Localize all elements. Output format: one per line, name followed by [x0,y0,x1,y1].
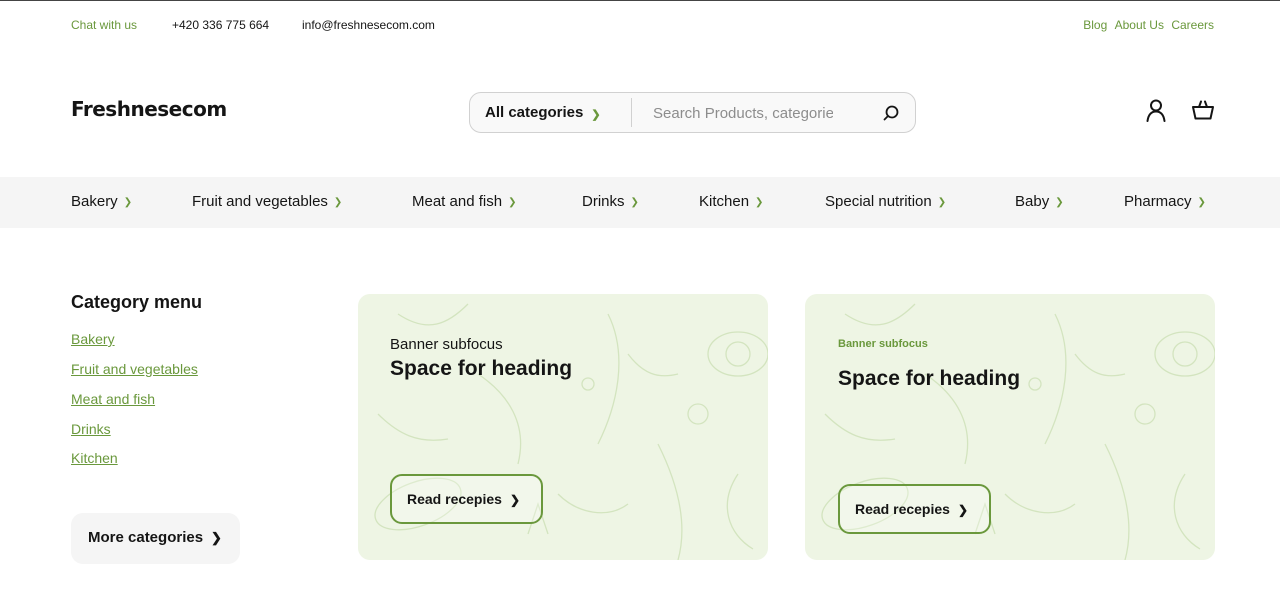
search-divider [631,98,632,127]
banner-subfocus: Banner subfocus [390,336,503,353]
nav-item-fruit-and-vegetables[interactable]: Fruit and vegetables ❯ [192,193,342,210]
email-address: info@freshnesecom.com [302,18,435,32]
read-recipes-label: Read recepies [407,491,502,507]
more-categories-button[interactable]: More categories ❯ [71,513,240,564]
chevron-right-icon: ❯ [211,530,222,545]
nav-item-label: Bakery [71,193,118,210]
careers-link[interactable]: Careers [1171,18,1214,32]
nav-item-pharmacy[interactable]: Pharmacy ❯ [1124,193,1206,210]
phone-number: +420 336 775 664 [172,18,270,32]
chevron-right-icon: ❯ [509,493,521,507]
search-icon[interactable] [880,102,902,124]
search-bar: All categories ❯ [469,92,916,133]
top-links: Blog About Us Careers [1079,18,1214,32]
top-bar: Chat with us +420 336 775 664 info@fresh… [0,0,1280,50]
category-nav: Bakery ❯ Fruit and vegetables ❯ Meat and f… [0,177,1280,228]
chevron-down-icon: ❯ [591,109,601,121]
category-select[interactable]: All categories ❯ [485,104,601,121]
nav-item-label: Special nutrition [825,193,932,210]
chevron-down-icon: ❯ [630,197,639,208]
nav-item-kitchen[interactable]: Kitchen ❯ [699,193,763,210]
category-select-label: All categories [485,104,584,121]
chevron-down-icon: ❯ [937,197,947,208]
chat-link[interactable]: Chat with us [71,18,137,32]
category-link-fruit-and-vegetables[interactable]: Fruit and vegetables [71,361,198,377]
user-icon[interactable] [1144,98,1168,122]
nav-item-label: Pharmacy [1124,193,1192,210]
chevron-down-icon: ❯ [123,197,133,208]
nav-item-label: Meat and fish [412,193,503,210]
nav-item-bakery[interactable]: Bakery ❯ [71,193,132,210]
nav-item-label: Kitchen [699,193,750,210]
banner-card: Banner subfocus Space for heading Read r… [805,294,1215,560]
read-recipes-label: Read recepies [855,501,950,517]
banner-card: Banner subfocus Space for heading Read r… [358,294,768,560]
category-link-meat-and-fish[interactable]: Meat and fish [71,391,155,407]
cart-icon[interactable] [1191,98,1215,122]
read-recipes-button[interactable]: Read recepies ❯ [838,484,991,534]
nav-item-label: Fruit and vegetables [192,193,328,210]
chevron-down-icon: ❯ [1197,197,1206,208]
nav-item-drinks[interactable]: Drinks ❯ [582,193,639,210]
banner-heading: Space for heading [838,367,1021,390]
nav-item-baby[interactable]: Baby ❯ [1015,193,1064,210]
nav-item-special-nutrition[interactable]: Special nutrition ❯ [825,193,946,210]
blog-link[interactable]: Blog [1083,18,1107,32]
nav-item-label: Baby [1015,193,1050,210]
chevron-right-icon: ❯ [957,503,969,517]
category-link-kitchen[interactable]: Kitchen [71,450,118,466]
read-recipes-button[interactable]: Read recepies ❯ [390,474,543,524]
chevron-down-icon: ❯ [508,197,517,208]
nav-item-label: Drinks [582,193,625,210]
nav-item-meat-and-fish[interactable]: Meat and fish ❯ [412,193,516,210]
logo[interactable]: Freshnesecom [71,97,227,121]
banner-heading: Space for heading [390,357,573,380]
more-categories-label: More categories [88,529,204,546]
search-input[interactable] [653,101,833,125]
chevron-down-icon: ❯ [1055,197,1064,208]
about-us-link[interactable]: About Us [1115,18,1164,32]
category-link-bakery[interactable]: Bakery [71,331,115,347]
category-menu-title: Category menu [71,292,203,312]
category-link-drinks[interactable]: Drinks [71,421,111,437]
chevron-down-icon: ❯ [333,197,343,208]
banner-subfocus: Banner subfocus [838,338,928,350]
chevron-down-icon: ❯ [755,197,764,208]
